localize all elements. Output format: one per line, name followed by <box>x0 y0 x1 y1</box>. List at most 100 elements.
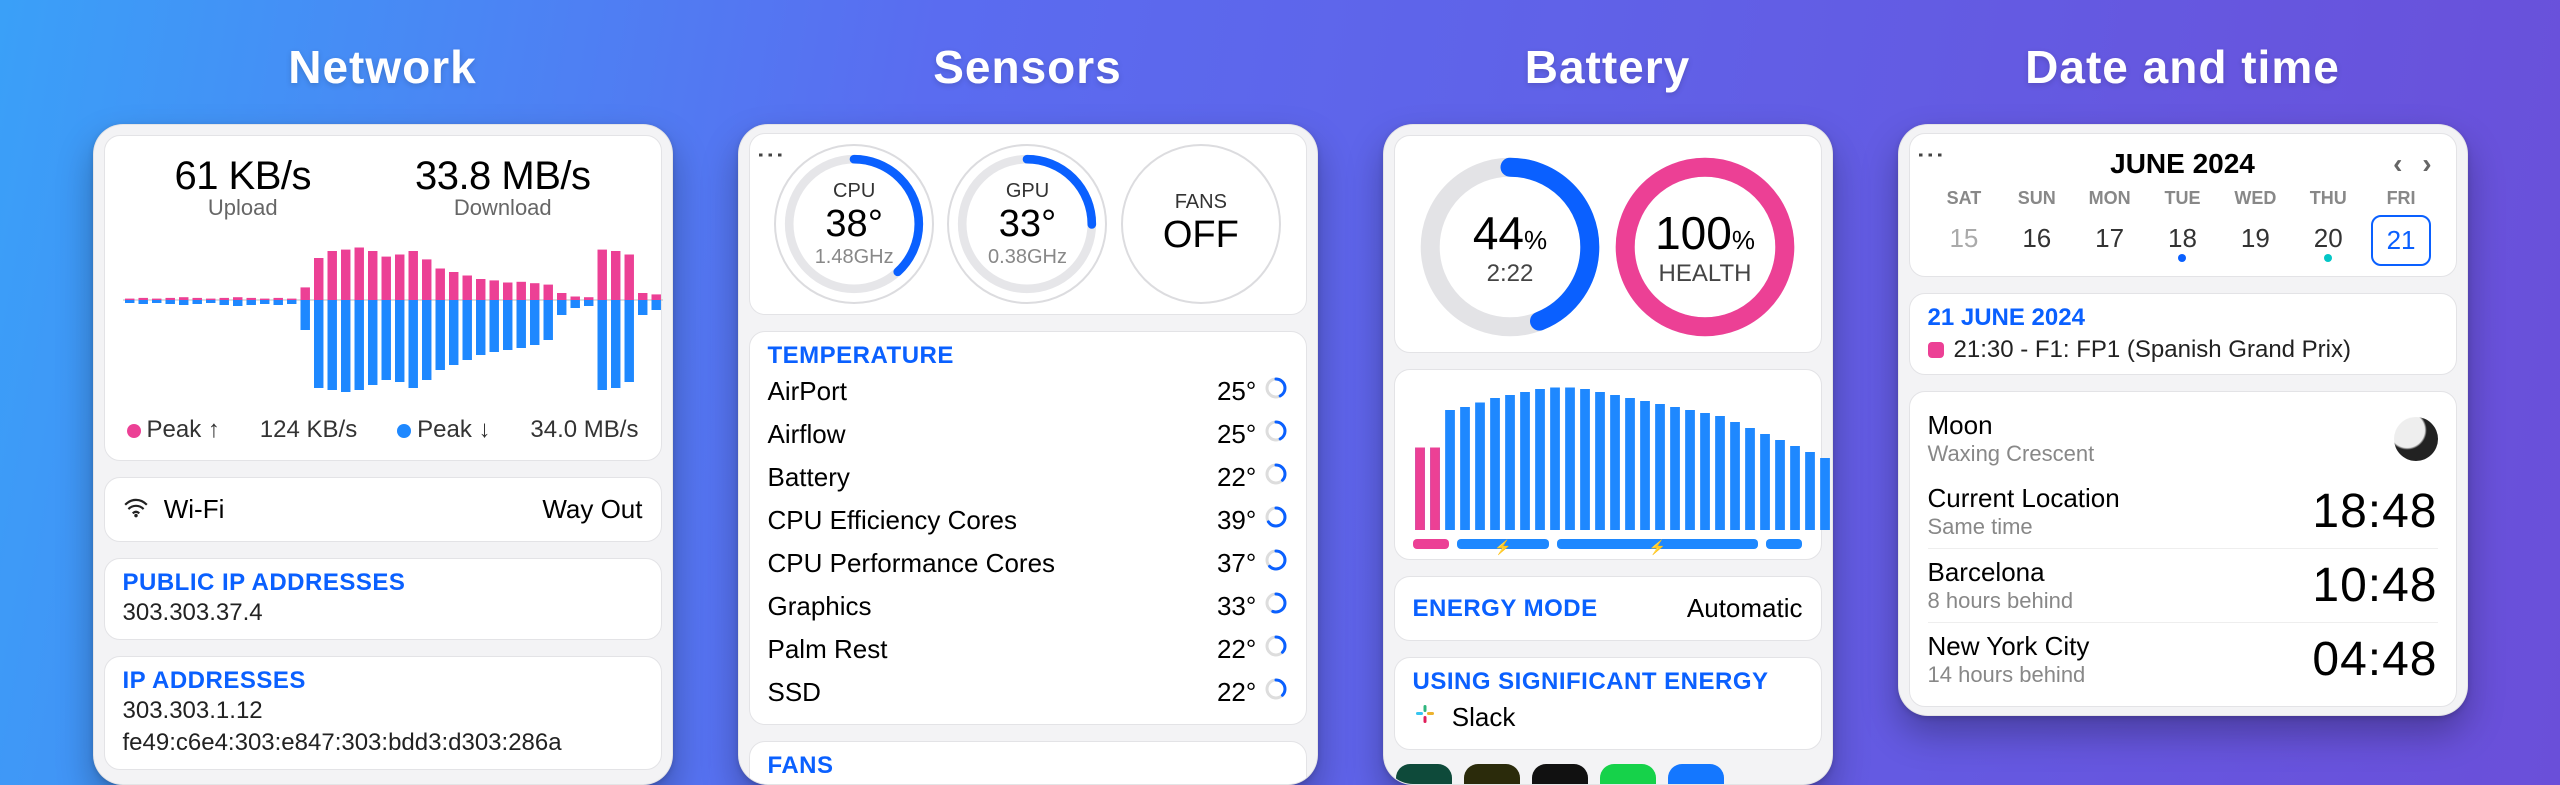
temperature-card: TEMPERATURE AirPort 25° Airflow 25° Batt… <box>749 331 1307 725</box>
clock-offset: 8 hours behind <box>1928 588 2074 614</box>
panel-sensors: ⋮ CPU 38° 1.48GHz GPU 33° 0.38GHz FANS O <box>738 124 1318 785</box>
slack-icon <box>1413 702 1444 732</box>
health-ring[interactable]: 100% HEALTH <box>1610 152 1800 342</box>
clocks-card: Moon Waxing Crescent Current LocationSam… <box>1909 391 2457 707</box>
energy-mode-heading: ENERGY MODE <box>1413 595 1598 623</box>
temp-value: 33° <box>1217 591 1288 622</box>
public-ip-0: 303.303.37.4 <box>123 597 643 629</box>
calendar-day[interactable]: 17 <box>2073 215 2146 266</box>
mini-gauge-icon <box>1264 677 1288 701</box>
dock-app-activity-monitor[interactable] <box>1396 764 1452 785</box>
events-card[interactable]: 21 JUNE 2024 21:30 - F1: FP1 (Spanish Gr… <box>1909 293 2457 375</box>
sig-energy-card: USING SIGNIFICANT ENERGY Slack <box>1394 657 1822 750</box>
interface-ssid: Way Out <box>542 494 642 525</box>
temperature-heading: TEMPERATURE <box>768 342 1288 370</box>
temp-name: SSD <box>768 677 821 708</box>
temp-value: 37° <box>1217 548 1288 579</box>
sensor-gauges-card: CPU 38° 1.48GHz GPU 33° 0.38GHz FANS OFF <box>749 133 1307 315</box>
menu-dots-icon[interactable]: ⋮ <box>1915 141 1948 165</box>
event-color-icon <box>1928 342 1944 358</box>
clock-location: Current Location <box>1928 483 2120 513</box>
download-block: 33.8 MB/s Download <box>415 154 591 221</box>
fans-gauge-label: FANS <box>1175 191 1227 214</box>
gpu-gauge[interactable]: GPU 33° 0.38GHz <box>947 144 1107 304</box>
calendar-card: JUNE 2024 ‹ › SATSUNMONTUEWEDTHUFRI15161… <box>1909 133 2457 277</box>
column-title-network: Network <box>288 40 476 94</box>
energy-mode-value: Automatic <box>1687 593 1803 624</box>
sig-energy-app-name: Slack <box>1452 702 1516 732</box>
temp-row[interactable]: Battery 22° <box>768 456 1288 499</box>
charge-ring[interactable]: 44% 2:22 <box>1415 152 1605 342</box>
download-rate: 33.8 MB/s <box>415 154 591 199</box>
clock-row[interactable]: New York City14 hours behind 04:48 <box>1928 622 2438 696</box>
temp-name: Graphics <box>768 591 872 622</box>
calendar-day[interactable]: 21 <box>2371 215 2432 266</box>
dock-app-messages[interactable] <box>1600 764 1656 785</box>
upload-block: 61 KB/s Upload <box>174 154 311 221</box>
clock-row[interactable]: Barcelona8 hours behind 10:48 <box>1928 548 2438 622</box>
calendar-day[interactable]: 19 <box>2219 215 2292 266</box>
mini-gauge-icon <box>1264 505 1288 529</box>
calendar-day[interactable]: 15 <box>1928 215 2001 266</box>
calendar-next-button[interactable]: › <box>2416 148 2437 179</box>
temp-name: AirPort <box>768 376 847 407</box>
temp-value: 22° <box>1217 462 1288 493</box>
network-interface-card[interactable]: Wi-Fi Way Out <box>104 477 662 542</box>
fan-row[interactable]: Left FanOff <box>768 780 1288 785</box>
calendar-event-dot-icon <box>2324 254 2332 262</box>
dock-app-marked[interactable] <box>1464 764 1520 785</box>
fans-gauge[interactable]: FANS OFF <box>1121 144 1281 304</box>
calendar-dow: FRI <box>2365 188 2438 209</box>
calendar-day[interactable]: 16 <box>2000 215 2073 266</box>
temp-row[interactable]: Airflow 25° <box>768 413 1288 456</box>
dot-download-icon <box>397 424 411 438</box>
battery-rings-card: 44% 2:22 100% HEALTH <box>1394 135 1822 353</box>
clock-location: New York City <box>1928 631 2090 661</box>
temp-row[interactable]: Palm Rest 22° <box>768 628 1288 671</box>
calendar-dow: WED <box>2219 188 2292 209</box>
column-title-sensors: Sensors <box>933 40 1122 94</box>
mini-gauge-icon <box>1264 376 1288 400</box>
dot-upload-icon <box>127 424 141 438</box>
selected-date: 21 JUNE 2024 <box>1928 304 2438 332</box>
temp-row[interactable]: SSD 22° <box>768 671 1288 714</box>
clock-time: 18:48 <box>2312 484 2437 539</box>
temp-row[interactable]: Graphics 33° <box>768 585 1288 628</box>
calendar-dow: TUE <box>2146 188 2219 209</box>
clock-time: 04:48 <box>2312 632 2437 687</box>
sig-energy-app-row[interactable]: Slack <box>1413 696 1803 739</box>
peak-down: Peak ↓ <box>397 416 490 444</box>
calendar-dow: MON <box>2073 188 2146 209</box>
dock-app-safari[interactable] <box>1668 764 1724 785</box>
calendar-dow: SUN <box>2000 188 2073 209</box>
ip-heading: IP ADDRESSES <box>123 667 643 695</box>
ip-card[interactable]: IP ADDRESSES 303.303.1.12 fe49:c6e4:303:… <box>104 656 662 770</box>
column-title-datetime: Date and time <box>2025 40 2340 94</box>
clock-offset: Same time <box>1928 514 2120 540</box>
public-ip-card[interactable]: PUBLIC IP ADDRESSES 303.303.37.4 <box>104 558 662 640</box>
charge-pct: 44 <box>1473 207 1524 259</box>
calendar-month: JUNE 2024 <box>2110 148 2255 180</box>
calendar-event-dot-icon <box>2178 254 2186 262</box>
temp-name: CPU Performance Cores <box>768 548 1056 579</box>
temp-name: Battery <box>768 462 850 493</box>
peak-up-value: 124 KB/s <box>260 416 357 444</box>
calendar-day[interactable]: 18 <box>2146 215 2219 266</box>
calendar-prev-button[interactable]: ‹ <box>2387 148 2408 179</box>
calendar-dow: THU <box>2292 188 2365 209</box>
temp-row[interactable]: CPU Performance Cores 37° <box>768 542 1288 585</box>
dock-app-terminal[interactable] <box>1532 764 1588 785</box>
mini-gauge-icon <box>1264 591 1288 615</box>
calendar-day[interactable]: 20 <box>2292 215 2365 266</box>
clock-row[interactable]: Current LocationSame time 18:48 <box>1928 475 2438 548</box>
event-row[interactable]: 21:30 - F1: FP1 (Spanish Grand Prix) <box>1928 336 2438 364</box>
clock-location: Barcelona <box>1928 557 2045 587</box>
moon-row[interactable]: Moon Waxing Crescent <box>1928 402 2438 475</box>
sig-energy-heading: USING SIGNIFICANT ENERGY <box>1413 668 1803 696</box>
temp-value: 39° <box>1217 505 1288 536</box>
energy-mode-card[interactable]: ENERGY MODE Automatic <box>1394 576 1822 641</box>
cpu-gauge[interactable]: CPU 38° 1.48GHz <box>774 144 934 304</box>
temp-name: CPU Efficiency Cores <box>768 505 1018 536</box>
temp-row[interactable]: CPU Efficiency Cores 39° <box>768 499 1288 542</box>
temp-row[interactable]: AirPort 25° <box>768 370 1288 413</box>
